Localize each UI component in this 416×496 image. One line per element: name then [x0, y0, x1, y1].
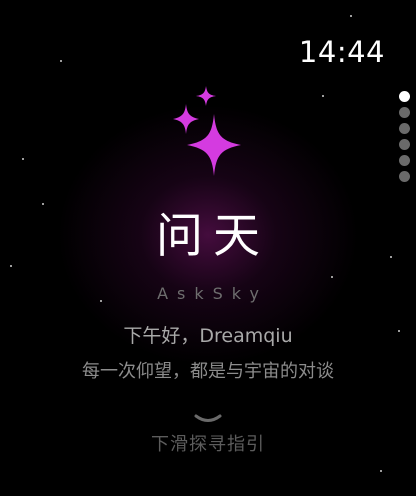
background-star	[22, 158, 24, 160]
page-dot-5[interactable]	[399, 155, 410, 166]
scroll-hint-label[interactable]: 下滑探寻指引	[0, 432, 416, 458]
background-star	[331, 276, 333, 278]
app-title: 问天	[156, 209, 270, 264]
tagline-text: 每一次仰望，都是与宇宙的对谈	[82, 361, 334, 382]
page-dot-6[interactable]	[399, 171, 410, 182]
chevron-down-icon[interactable]	[193, 412, 223, 426]
background-star	[380, 470, 382, 472]
status-time: 14:44	[298, 35, 385, 69]
page-dot-1[interactable]	[399, 91, 410, 102]
app-subtitle: AskSky	[157, 284, 268, 303]
page-dot-4[interactable]	[399, 139, 410, 150]
page-dot-2[interactable]	[399, 107, 410, 118]
page-indicator[interactable]	[399, 91, 413, 187]
sparkles-icon	[173, 86, 241, 176]
background-star	[322, 95, 324, 97]
home-screen: 14:44 问天 AskSky 下午好，Dreamqiu 每一次仰望，都是与宇宙…	[0, 0, 416, 496]
greeting-text: 下午好，Dreamqiu	[123, 325, 293, 347]
page-dot-3[interactable]	[399, 123, 410, 134]
background-star	[350, 15, 352, 17]
background-star	[60, 60, 62, 62]
